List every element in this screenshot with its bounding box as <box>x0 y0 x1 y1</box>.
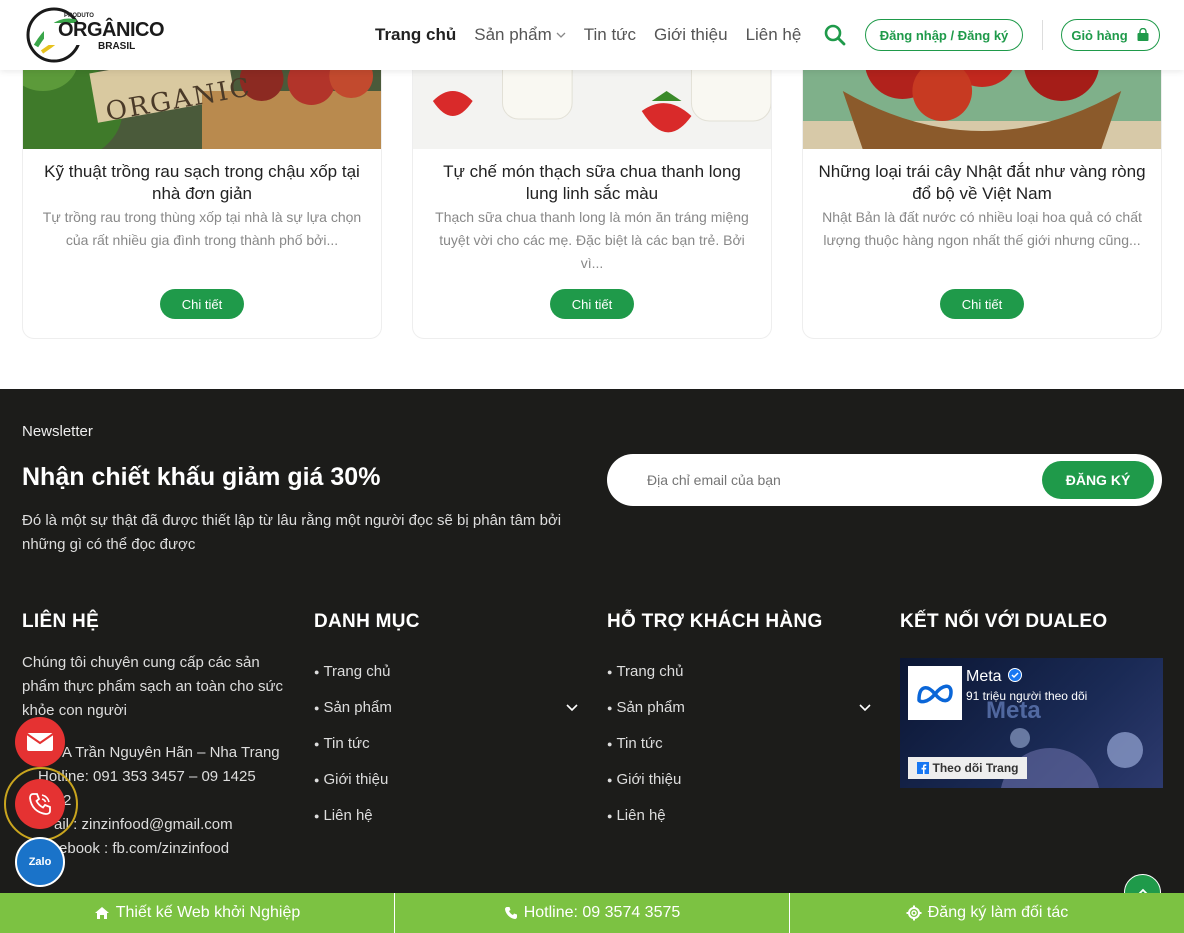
zalo-float-button[interactable]: Zalo <box>15 837 65 887</box>
footer-categories-title: DANH MỤC <box>314 611 420 632</box>
footer-categories-column: DANH MỤC Trang chủ Sản phẩm Tin tức Giới… <box>314 611 579 833</box>
bottom-bar-hotline-label: Hotline: 09 3574 3575 <box>523 904 681 921</box>
contact-email: ail : zinzinfood@gmail.com <box>54 816 233 833</box>
footer-link-label: Giới thiệu <box>314 771 388 788</box>
post-excerpt: Thạch sữa chua thanh long là món ăn trán… <box>435 209 749 271</box>
footer-link-label: Trang chủ <box>314 663 390 680</box>
fb-cover-watermark: Meta <box>986 697 1041 724</box>
post-excerpt: Nhật Bản là đất nước có nhiều loại hoa q… <box>822 209 1142 248</box>
bottom-action-bar: Thiết kế Web khởi Nghiệp Hotline: 09 357… <box>0 893 1184 933</box>
fb-follow-button[interactable]: Theo dõi Trang <box>908 757 1027 779</box>
footer-link[interactable]: Liên hệ <box>314 797 579 833</box>
logo-main-text: ORGÂNICO <box>58 19 165 41</box>
footer-link[interactable]: Trang chủ <box>607 653 872 689</box>
fb-follow-label: Theo dõi Trang <box>932 761 1019 775</box>
post-excerpt: Tự trồng rau trong thùng xốp tại nhà là … <box>42 209 362 248</box>
meta-logo-icon <box>908 666 962 720</box>
facebook-page-widget[interactable]: Meta 91 triệu người theo dõi Meta Theo d… <box>900 658 1163 788</box>
bottom-bar-web-design[interactable]: Thiết kế Web khởi Nghiệp <box>0 893 395 933</box>
footer-contact-desc: Chúng tôi chuyên cung cấp các sản phẩm t… <box>22 654 284 719</box>
nav-news[interactable]: Tin tức <box>584 25 636 45</box>
phone-icon <box>29 793 51 815</box>
footer-link[interactable]: Trang chủ <box>314 653 579 689</box>
footer-link[interactable]: Giới thiệu <box>314 761 579 797</box>
zalo-icon: Zalo <box>28 856 52 868</box>
site-logo[interactable]: PRODUTO ORGÂNICO BRASIL <box>24 6 165 64</box>
newsletter-label: Newsletter <box>22 423 93 440</box>
footer-connect-column: KẾT NỐI VỚI DUALEO <box>900 611 1107 633</box>
newsletter-form: ĐĂNG KÝ <box>607 454 1162 506</box>
gear-icon <box>906 905 922 921</box>
footer-link[interactable]: Giới thiệu <box>607 761 872 797</box>
bottom-bar-hotline[interactable]: Hotline: 09 3574 3575 <box>395 893 790 933</box>
footer-link-label: Liên hệ <box>607 807 665 824</box>
bottom-bar-partner-label: Đăng ký làm đối tác <box>927 904 1069 921</box>
footer-link-label: Giới thiệu <box>607 771 681 788</box>
chevron-down-icon <box>556 32 566 38</box>
bottom-bar-web-design-label: Thiết kế Web khởi Nghiệp <box>115 904 301 921</box>
nav-contact-label: Liên hệ <box>745 25 802 44</box>
header-divider <box>1042 20 1043 50</box>
nav-news-label: Tin tức <box>583 25 637 44</box>
search-icon[interactable] <box>823 23 847 47</box>
fb-page-name-label: Meta <box>966 668 1002 685</box>
email-field[interactable] <box>647 468 1027 492</box>
cart-button[interactable]: Giỏ hàng <box>1061 19 1160 51</box>
site-header: PRODUTO ORGÂNICO BRASIL Trang chủ Sản ph… <box>0 0 1184 70</box>
post-title[interactable]: Những loại trái cây Nhật đắt như vàng rò… <box>818 161 1146 205</box>
footer-link[interactable]: Tin tức <box>607 725 872 761</box>
newsletter-description: Đó là một sự thật đã được thiết lập từ l… <box>22 512 562 553</box>
fb-page-name[interactable]: Meta <box>966 668 1023 686</box>
nav-products[interactable]: Sản phẩm <box>474 25 566 45</box>
site-footer: Newsletter Nhận chiết khấu giảm giá 30% … <box>0 389 1184 933</box>
post-title[interactable]: Kỹ thuật trồng rau sạch trong chậu xốp t… <box>38 161 366 205</box>
cart-label: Giỏ hàng <box>1071 27 1128 43</box>
chevron-down-icon[interactable] <box>565 700 579 714</box>
footer-link[interactable]: Tin tức <box>314 725 579 761</box>
post-detail-button[interactable]: Chi tiết <box>940 289 1024 319</box>
logo-sub-text: BRASIL <box>98 41 136 52</box>
nav-about[interactable]: Giới thiệu <box>654 25 728 45</box>
footer-link-label: Sản phẩm <box>607 699 684 716</box>
footer-contact-title: LIÊN HỆ <box>22 611 100 632</box>
footer-link-label: Liên hệ <box>314 807 372 824</box>
login-register-button[interactable]: Đăng nhập / Đăng ký <box>865 19 1023 51</box>
footer-link-label: Trang chủ <box>607 663 683 680</box>
nav-contact[interactable]: Liên hệ <box>746 25 802 45</box>
contact-address: A Trần Nguyên Hãn – Nha Trang <box>62 744 280 761</box>
verified-icon <box>1008 668 1023 682</box>
post-title[interactable]: Tự chế món thạch sữa chua thanh long lun… <box>428 161 756 205</box>
main-nav: Trang chủ Sản phẩm Tin tức Giới thiệu Li… <box>375 0 819 70</box>
footer-link-label: Tin tức <box>314 735 369 752</box>
footer-link[interactable]: Sản phẩm <box>607 689 872 725</box>
shopping-bag-icon <box>1137 28 1149 41</box>
subscribe-button[interactable]: ĐĂNG KÝ <box>1042 461 1154 499</box>
footer-link-label: Sản phẩm <box>314 699 391 716</box>
chevron-down-icon[interactable] <box>858 700 872 714</box>
contact-facebook: Facebook : fb.com/zinzinfood <box>34 840 230 857</box>
phone-float-button[interactable] <box>15 779 65 829</box>
footer-link[interactable]: Liên hệ <box>607 797 872 833</box>
post-detail-button[interactable]: Chi tiết <box>550 289 634 319</box>
nav-home-label: Trang chủ <box>375 25 457 44</box>
mail-icon <box>26 733 54 751</box>
nav-home[interactable]: Trang chủ <box>375 25 456 45</box>
newsletter-title: Nhận chiết khấu giảm giá 30% <box>22 463 381 491</box>
footer-support-column: HỖ TRỢ KHÁCH HÀNG Trang chủ Sản phẩm Tin… <box>607 611 872 833</box>
home-icon <box>94 907 109 919</box>
footer-support-title: HỖ TRỢ KHÁCH HÀNG <box>607 611 823 632</box>
email-float-button[interactable] <box>15 717 65 767</box>
facebook-icon <box>916 762 929 774</box>
post-detail-button[interactable]: Chi tiết <box>160 289 244 319</box>
nav-about-label: Giới thiệu <box>654 25 728 44</box>
footer-connect-title: KẾT NỐI VỚI DUALEO <box>900 611 1108 632</box>
phone-icon <box>504 907 517 919</box>
footer-link[interactable]: Sản phẩm <box>314 689 579 725</box>
bottom-bar-partner[interactable]: Đăng ký làm đối tác <box>790 893 1184 933</box>
footer-link-label: Tin tức <box>607 735 662 752</box>
nav-products-label: Sản phẩm <box>474 25 552 44</box>
